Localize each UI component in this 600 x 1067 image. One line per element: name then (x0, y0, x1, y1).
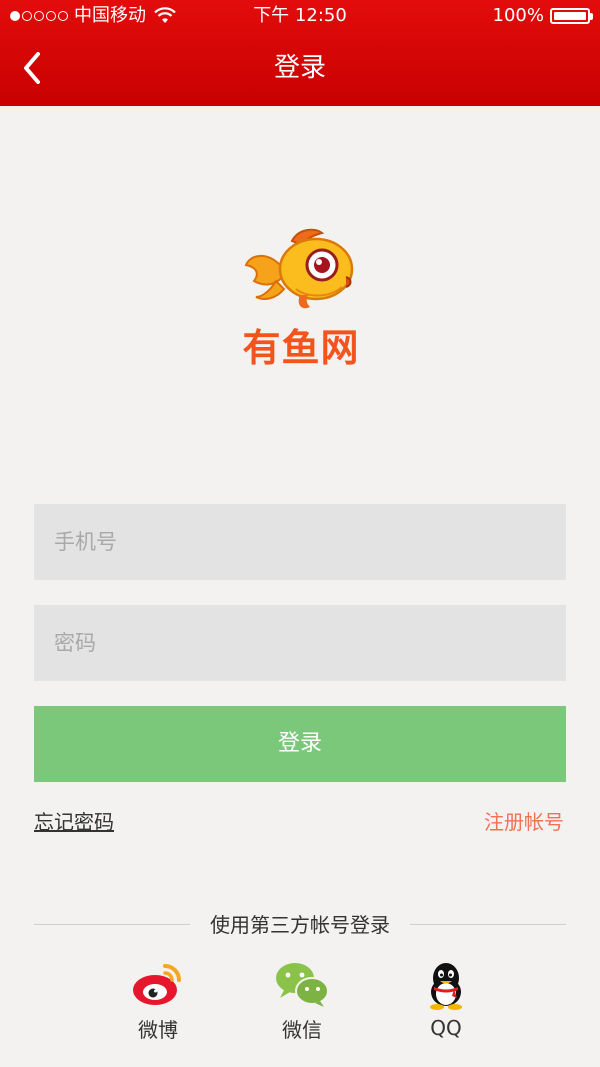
battery-icon (550, 8, 593, 24)
forgot-password-link[interactable]: 忘记密码 (34, 806, 114, 835)
top-bar: 中国移动 下午 12:50 100% 登录 (0, 0, 600, 106)
login-button[interactable]: 登录 (34, 706, 566, 782)
wechat-label: 微信 (282, 1018, 322, 1042)
phone-input[interactable] (34, 504, 566, 580)
divider-line-right (410, 924, 566, 925)
fish-mascot-icon (244, 228, 354, 309)
wechat-icon (276, 963, 329, 1007)
qq-login-button[interactable]: QQ (401, 960, 491, 1040)
register-link[interactable]: 注册帐号 (484, 806, 564, 835)
qq-label: QQ (430, 1016, 462, 1040)
password-input[interactable] (34, 605, 566, 681)
weibo-icon (133, 964, 181, 1005)
battery-percent: 100% (492, 5, 544, 26)
qq-icon (430, 963, 462, 1010)
logo-text: 有鱼网 (242, 326, 360, 370)
weibo-label: 微博 (138, 1018, 178, 1042)
app-logo: 有鱼网 (236, 225, 366, 370)
status-bar: 中国移动 下午 12:50 100% (0, 0, 600, 32)
weibo-login-button[interactable]: 微博 (113, 960, 203, 1043)
wechat-login-button[interactable]: 微信 (257, 960, 347, 1043)
page-title: 登录 (273, 53, 326, 83)
